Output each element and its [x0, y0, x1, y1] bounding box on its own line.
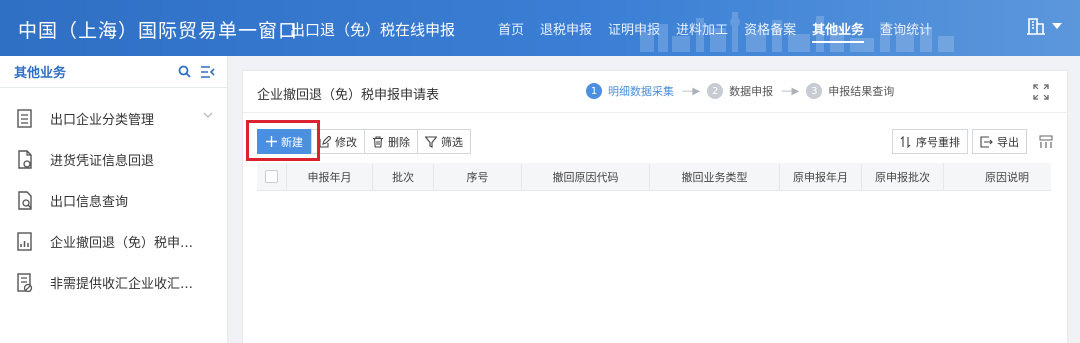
doc-search-icon [18, 190, 32, 210]
user-menu[interactable] [1026, 16, 1062, 36]
sort-icon [900, 135, 911, 148]
step-label: 数据申报 [729, 85, 774, 98]
step-number: 1 [586, 83, 602, 99]
doc-refresh-icon [18, 149, 32, 169]
nav-other-business[interactable]: 其他业务 [812, 19, 865, 43]
page-title: 企业撤回退（免）税申报申请表 [257, 88, 440, 103]
step-arrow: ----▶ [682, 85, 700, 97]
collapse-menu-icon[interactable] [201, 65, 215, 78]
plus-icon [266, 136, 277, 147]
step-detail-collection[interactable]: 1 明细数据采集 [586, 83, 674, 99]
sidebar-item-classification[interactable]: 出口企业分类管理 [0, 98, 227, 139]
column-header[interactable]: 申报年月 [287, 162, 373, 191]
panel-header: 企业撤回退（免）税申报申请表 1 明细数据采集 ----▶ 2 数据申报 ---… [243, 71, 1067, 113]
new-button[interactable]: 新建 [257, 129, 312, 154]
nav-tax-refund[interactable]: 退税申报 [540, 19, 592, 38]
nav-qualification[interactable]: 资格备案 [744, 19, 796, 38]
edit-button-label: 修改 [335, 135, 357, 149]
column-header[interactable]: 序号 [434, 162, 522, 191]
export-button-label: 导出 [997, 135, 1019, 149]
column-header[interactable]: 撤回原因代码 [522, 162, 650, 191]
reorder-button[interactable]: 序号重排 [892, 129, 968, 154]
caret-down-icon [1052, 23, 1062, 29]
nav-query-stats[interactable]: 查询统计 [880, 19, 932, 38]
sidebar-item-export-query[interactable]: 出口信息查询 [0, 180, 227, 221]
sidebar-item-label: 进货凭证信息回退 [50, 154, 155, 169]
doc-chart-icon [17, 231, 32, 251]
app-title: 中国（上海）国际贸易单一窗口 [18, 20, 299, 42]
edit-button[interactable]: 修改 [311, 129, 365, 154]
data-table: 申报年月 批次 序号 撤回原因代码 撤回业务类型 原申报年月 原申报批次 原因说… [257, 162, 1051, 191]
building-icon [1027, 18, 1045, 35]
search-icon[interactable] [178, 65, 191, 78]
step-number: 2 [707, 83, 724, 99]
action-toolbar: 新建 修改 删除 筛选 [257, 129, 471, 154]
step-arrow: ----▶ [781, 85, 799, 97]
sidebar-item-forex-collection[interactable]: 非需提供收汇企业收汇… [0, 262, 227, 303]
column-settings-icon[interactable] [1039, 135, 1053, 149]
filter-icon [425, 135, 437, 148]
step-indicator: 1 明细数据采集 ----▶ 2 数据申报 ----▶ 3 申报结果查询 [586, 83, 894, 99]
select-all-checkbox[interactable] [265, 170, 278, 183]
main-panel: 企业撤回退（免）税申报申请表 1 明细数据采集 ----▶ 2 数据申报 ---… [242, 70, 1068, 343]
filter-button[interactable]: 筛选 [417, 129, 471, 154]
nav-processing[interactable]: 进料加工 [676, 19, 728, 38]
step-label: 申报结果查询 [828, 85, 895, 98]
sidebar-header: 其他业务 [0, 56, 227, 88]
nav-certificate[interactable]: 证明申报 [608, 19, 660, 38]
step-number: 3 [806, 83, 823, 99]
fullscreen-icon[interactable] [1033, 84, 1049, 100]
sidebar-item-withdraw-declaration[interactable]: 企业撤回退（免）税申… [0, 221, 227, 262]
delete-button-label: 删除 [388, 135, 410, 149]
step-result-query[interactable]: 3 申报结果查询 [806, 83, 894, 99]
sidebar-item-voucher-rollback[interactable]: 进货凭证信息回退 [0, 139, 227, 180]
trash-icon [373, 135, 383, 148]
step-label: 明细数据采集 [608, 85, 674, 98]
app-subtitle: 出口退（免）税在线申报 [290, 21, 456, 39]
doc-forbid-icon [17, 272, 33, 292]
reorder-button-label: 序号重排 [916, 135, 960, 149]
top-header: 中国（上海）国际贸易单一窗口 出口退（免）税在线申报 首页 退税申报 证明申报 … [0, 0, 1080, 56]
sidebar-title: 其他业务 [14, 66, 67, 81]
export-icon [980, 135, 993, 148]
edit-icon [319, 135, 331, 148]
new-button-label: 新建 [281, 135, 303, 149]
select-all-cell [257, 162, 287, 191]
sidebar-item-label: 出口企业分类管理 [50, 113, 155, 128]
column-header[interactable]: 原申报年月 [780, 162, 862, 191]
column-header[interactable]: 原因说明 [944, 163, 1051, 191]
nav-home[interactable]: 首页 [498, 19, 524, 38]
column-header[interactable]: 撤回业务类型 [650, 162, 780, 191]
export-button[interactable]: 导出 [972, 129, 1027, 154]
step-data-declaration[interactable]: 2 数据申报 [707, 83, 773, 99]
list-doc-icon [17, 108, 32, 128]
column-header[interactable]: 批次 [373, 162, 434, 191]
column-header[interactable]: 原申报批次 [862, 162, 944, 191]
filter-button-label: 筛选 [441, 135, 463, 149]
sidebar-item-label: 非需提供收汇企业收汇… [50, 277, 194, 292]
chevron-down-icon [203, 112, 213, 118]
sidebar-item-label: 企业撤回退（免）税申… [50, 236, 194, 251]
delete-button[interactable]: 删除 [364, 129, 418, 154]
top-nav: 首页 退税申报 证明申报 进料加工 资格备案 其他业务 查询统计 [498, 19, 948, 43]
sidebar: 其他业务 出口企业分类管理 进货凭证信息回退 出口信息查询 企业撤回退（免）税申… [0, 56, 228, 343]
toolbar-right: 序号重排 导出 [888, 129, 1053, 154]
table-header: 申报年月 批次 序号 撤回原因代码 撤回业务类型 原申报年月 原申报批次 原因说… [257, 162, 1051, 191]
sidebar-item-label: 出口信息查询 [50, 195, 129, 210]
